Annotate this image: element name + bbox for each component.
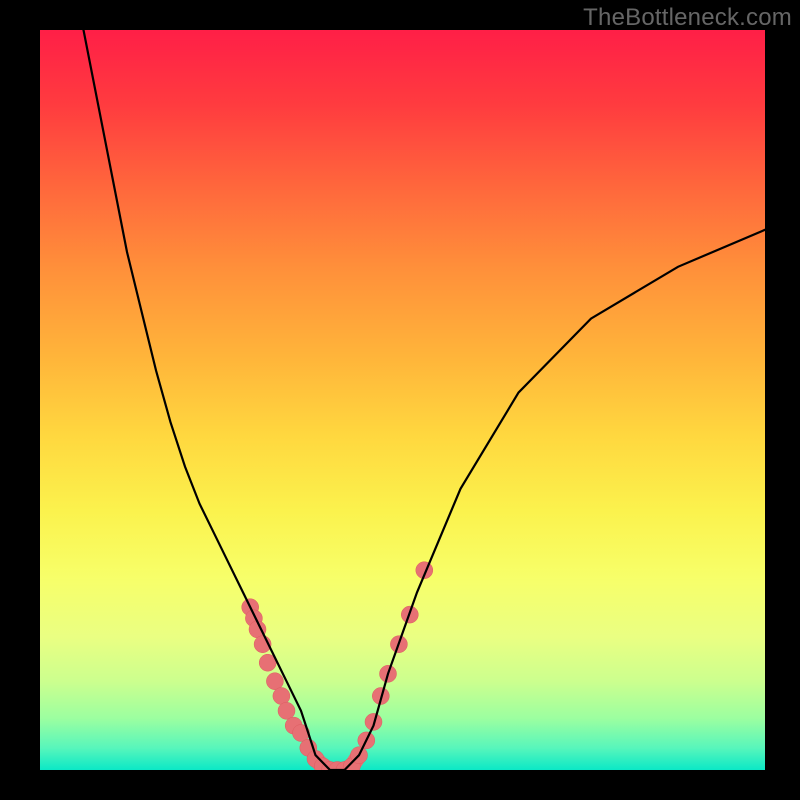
- plot-svg: [40, 30, 765, 770]
- plot-area: [40, 30, 765, 770]
- bead-cluster: [242, 562, 433, 770]
- watermark-text: TheBottleneck.com: [583, 4, 792, 32]
- data-bead: [278, 702, 295, 719]
- data-bead: [266, 673, 283, 690]
- chart-frame: TheBottleneck.com: [0, 0, 800, 800]
- bottleneck-curve: [84, 30, 766, 770]
- data-bead: [273, 688, 290, 705]
